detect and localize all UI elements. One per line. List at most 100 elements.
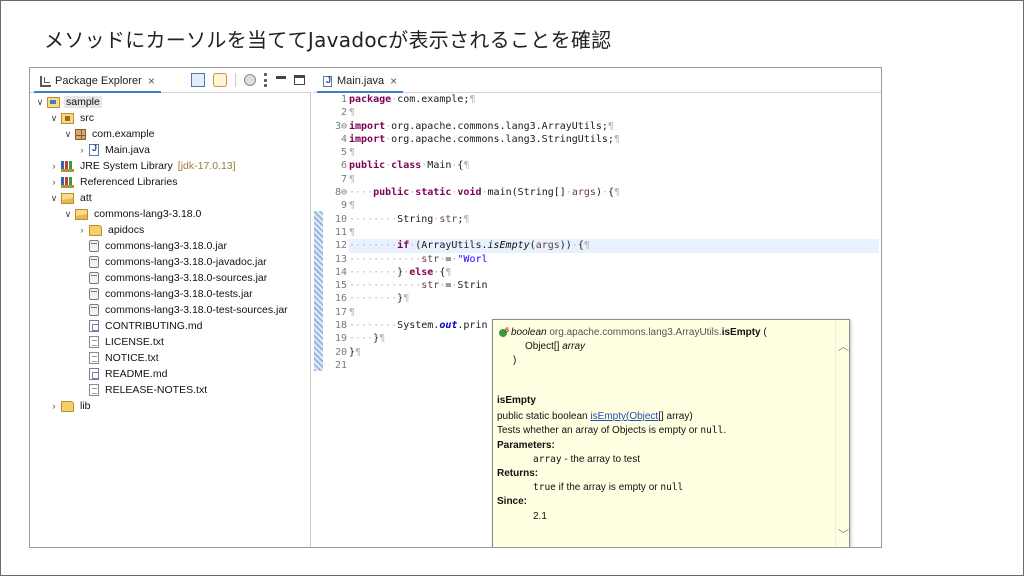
tree-item[interactable]: ∨ commons-lang3-3.18.0 bbox=[30, 206, 310, 222]
code-line[interactable]: ············str·=·Strin bbox=[349, 279, 879, 292]
code-token: Main bbox=[427, 160, 452, 172]
tree-item-label: commons-lang3-3.18.0 bbox=[94, 208, 202, 220]
tree-item-label: JRE System Library bbox=[80, 160, 173, 172]
chevron-right-icon[interactable]: › bbox=[49, 401, 59, 411]
close-icon[interactable]: × bbox=[390, 74, 397, 88]
tree-item[interactable]: › Main.java bbox=[30, 142, 310, 158]
code-line[interactable]: ····public·static·void·main(String[]·arg… bbox=[349, 186, 879, 199]
tree-item[interactable]: LICENSE.txt bbox=[30, 334, 310, 350]
maximize-icon[interactable] bbox=[294, 75, 305, 85]
object-type-link[interactable]: Object bbox=[629, 411, 658, 422]
tree-item[interactable]: commons-lang3-3.18.0-javadoc.jar bbox=[30, 254, 310, 270]
view-menu-icon[interactable] bbox=[264, 73, 268, 87]
code-line[interactable]: import·org.apache.commons.lang3.StringUt… bbox=[349, 133, 879, 146]
close-icon[interactable]: × bbox=[148, 74, 155, 88]
method-signature: boolean org.apache.commons.lang3.ArrayUt… bbox=[497, 324, 837, 340]
code-line[interactable]: ········String·str;¶ bbox=[349, 213, 879, 226]
code-line[interactable]: ············str·=·"Worl bbox=[349, 253, 879, 266]
tree-item[interactable]: commons-lang3-3.18.0-sources.jar bbox=[30, 270, 310, 286]
chevron-down-icon[interactable]: ∨ bbox=[63, 129, 73, 140]
code-token: ········ bbox=[349, 213, 398, 225]
scroll-down-icon[interactable]: ﹀ bbox=[838, 530, 849, 541]
method-name: isEmpty bbox=[721, 327, 761, 338]
code-token: ¶ bbox=[379, 333, 386, 345]
chevron-down-icon[interactable]: ∨ bbox=[49, 193, 59, 204]
minimize-icon[interactable] bbox=[276, 75, 286, 79]
tree-item[interactable]: › Referenced Libraries bbox=[30, 174, 310, 190]
line-number: 10 bbox=[334, 213, 347, 225]
tree-item[interactable]: commons-lang3-3.18.0.jar bbox=[30, 238, 310, 254]
code-token: ¶ bbox=[583, 240, 590, 252]
code-line[interactable]: ¶ bbox=[349, 226, 879, 239]
tree-item[interactable]: › lib bbox=[30, 398, 310, 414]
code-line[interactable]: ¶ bbox=[349, 173, 879, 186]
description-code: null bbox=[700, 425, 724, 437]
line-number: 7 bbox=[340, 173, 347, 185]
chevron-right-icon[interactable]: › bbox=[49, 177, 59, 187]
code-line[interactable]: ¶ bbox=[349, 306, 879, 319]
declaration-modifiers: public static boolean bbox=[497, 411, 591, 423]
code-token: com.example; bbox=[397, 94, 470, 105]
tree-item[interactable]: commons-lang3-3.18.0-tests.jar bbox=[30, 286, 310, 302]
code-line[interactable]: ········}·else·{¶ bbox=[349, 266, 879, 279]
chevron-right-icon[interactable]: › bbox=[77, 145, 87, 155]
line-number: 2 bbox=[340, 107, 347, 119]
folder-icon bbox=[61, 400, 74, 412]
tree-item-label: com.example bbox=[92, 128, 155, 140]
tree-item[interactable]: commons-lang3-3.18.0-test-sources.jar bbox=[30, 302, 310, 318]
code-line[interactable]: ········}¶ bbox=[349, 292, 879, 305]
code-line[interactable]: ¶ bbox=[349, 199, 879, 212]
scroll-up-icon[interactable]: ︿ bbox=[838, 342, 849, 353]
line-number: 1 bbox=[340, 94, 347, 105]
code-line[interactable]: ¶ bbox=[349, 106, 879, 119]
tree-item[interactable]: ∨ src bbox=[30, 110, 310, 126]
open-folder-icon bbox=[75, 208, 88, 220]
tree-item-label: src bbox=[80, 112, 94, 124]
code-token: String bbox=[397, 213, 434, 225]
tree-item[interactable]: NOTICE.txt bbox=[30, 350, 310, 366]
chevron-right-icon[interactable]: › bbox=[49, 161, 59, 171]
line-number: 6 bbox=[340, 160, 347, 172]
line-number: 4 bbox=[340, 133, 347, 145]
code-line[interactable]: package·com.example;¶ bbox=[349, 93, 879, 106]
chevron-right-icon[interactable]: › bbox=[77, 225, 87, 235]
tree-item[interactable]: README.md bbox=[30, 366, 310, 382]
code-line[interactable]: ········if·(ArrayUtils.isEmpty(args))·{¶ bbox=[349, 239, 879, 253]
tree-item[interactable]: CONTRIBUTING.md bbox=[30, 318, 310, 334]
code-line[interactable]: ¶ bbox=[349, 146, 879, 159]
description-end: . bbox=[723, 425, 727, 437]
line-number: 13 bbox=[334, 253, 347, 265]
tree-item[interactable]: ∨ com.example bbox=[30, 126, 310, 142]
package-explorer-tab[interactable]: Package Explorer × bbox=[34, 71, 161, 93]
link-with-editor-icon[interactable] bbox=[213, 73, 227, 87]
collapse-all-icon[interactable] bbox=[191, 73, 205, 87]
tree-item[interactable]: RELEASE-NOTES.txt bbox=[30, 382, 310, 398]
project-tree: ∨ sample ∨ src ∨ com.example › Main.java › JRE Sy… bbox=[30, 93, 310, 414]
package-explorer-view: Package Explorer × ∨ sample ∨ src ∨ com.examp… bbox=[30, 68, 311, 547]
text-file-icon bbox=[89, 384, 99, 396]
code-line[interactable]: import·org.apache.commons.lang3.ArrayUti… bbox=[349, 120, 879, 133]
chevron-down-icon[interactable]: ∨ bbox=[49, 113, 59, 124]
package-icon bbox=[75, 128, 86, 140]
tree-item[interactable]: › apidocs bbox=[30, 222, 310, 238]
editor-tab-main-java[interactable]: Main.java × bbox=[317, 71, 404, 93]
tree-item-label: commons-lang3-3.18.0-javadoc.jar bbox=[105, 256, 267, 268]
code-token: "Worl bbox=[457, 253, 488, 265]
declaring-class: org.apache.commons.lang3.ArrayUtils. bbox=[549, 327, 722, 338]
markdown-file-icon bbox=[89, 320, 99, 332]
chevron-down-icon[interactable]: ∨ bbox=[63, 209, 73, 220]
toolbar-separator bbox=[235, 73, 236, 87]
code-token: ¶ bbox=[349, 200, 356, 212]
chevron-down-icon[interactable]: ∨ bbox=[35, 97, 45, 108]
tree-item[interactable]: ∨ att bbox=[30, 190, 310, 206]
code-token: (ArrayUtils. bbox=[415, 240, 488, 252]
vertical-scrollbar[interactable]: ︿ ﹀ bbox=[835, 320, 849, 547]
method-link[interactable]: isEmpty bbox=[590, 411, 626, 422]
javadoc-hover-popup[interactable]: boolean org.apache.commons.lang3.ArrayUt… bbox=[492, 319, 850, 547]
tree-item[interactable]: › JRE System Library [jdk-17.0.13] bbox=[30, 158, 310, 174]
code-token: str bbox=[421, 280, 440, 292]
code-token: ¶ bbox=[445, 266, 452, 278]
code-line[interactable]: public·class·Main·{¶ bbox=[349, 159, 879, 172]
tree-item[interactable]: ∨ sample bbox=[30, 94, 310, 110]
filter-icon[interactable] bbox=[244, 74, 256, 86]
